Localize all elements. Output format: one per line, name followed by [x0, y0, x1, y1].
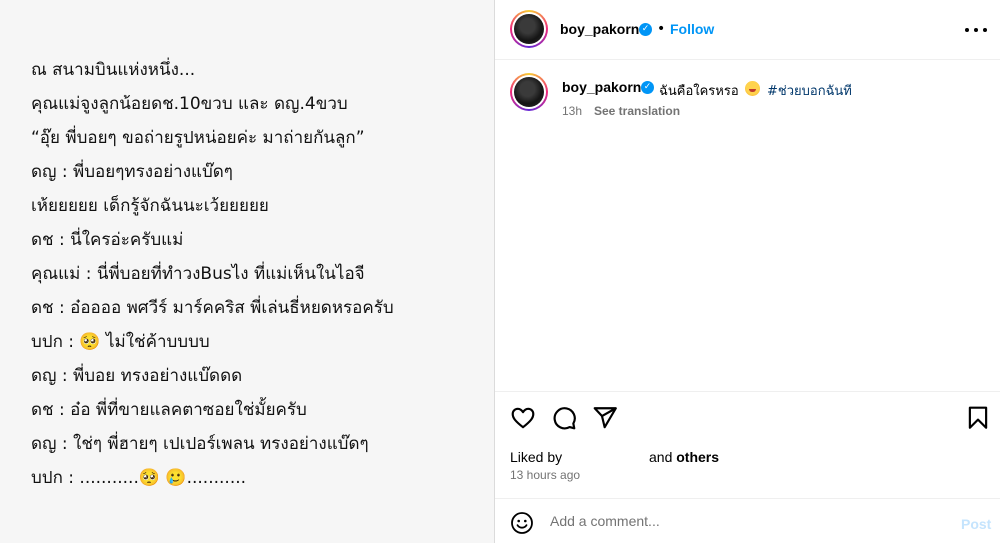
post-text-line: ดญ : ใช่ๆ พี่ฮายๆ เปเปอร์เพลน ทรงอย่างแบ… — [31, 434, 369, 454]
share-icon[interactable] — [592, 405, 618, 431]
more-options-icon[interactable] — [965, 20, 987, 40]
caption-username[interactable]: boy_pakorn — [562, 79, 641, 95]
post-text-line: คุณแม่จูงลูกน้อยดช.10ขวบ และ ดญ.4ขวบ — [31, 94, 348, 114]
post-text-line: ดญ : พี่บอยๆทรงอย่างแบ๊ดๆ — [31, 162, 233, 182]
post-text-line: ดช : อ๋อ พี่ที่ขายแลคตาซอยใช่มั้ยครับ — [31, 400, 307, 420]
post-text-line: “อุ๊ย พี่บอยๆ ขอถ่ายรูปหน่อยค่ะ มาถ่ายกั… — [31, 128, 365, 148]
post-text-line: เห้ยยยยย เด็กรู้จักฉันนะเว้ยยยยย — [31, 196, 269, 216]
caption-text: ฉันคือใครหรอ — [659, 84, 739, 99]
post-time-ago: 13 hours ago — [510, 468, 581, 482]
others-link[interactable]: others — [676, 449, 719, 465]
flushed-face-emoji-icon — [745, 81, 760, 96]
post-text-line: ดช : อ๋ออออ พศวีร์ มาร์คคริส พี่เล่นธี่ห… — [31, 298, 394, 318]
post-comment-button[interactable]: Post — [961, 516, 991, 532]
caption-hashtag[interactable]: #ช่วยบอกฉันที — [767, 80, 852, 101]
post-image: ณ สนามบินแห่งหนึ่ง... คุณแม่จูงลูกน้อยดช… — [0, 0, 494, 543]
post-text-line: ดญ : พี่บอย ทรงอย่างแบ๊ดดด — [31, 366, 243, 386]
and-label: and — [649, 449, 673, 465]
bookmark-icon[interactable] — [965, 405, 991, 431]
post-text-line: บปก : 🥺 ไม่ใช่ค้าบบบบ — [31, 332, 210, 352]
post-caption: boy_pakorn ✓ ฉันคือใครหรอ #ช่วยบอกฉันที … — [495, 61, 1000, 391]
post-side-panel: boy_pakorn ✓ • Follow boy_pakorn ✓ ฉันคื… — [495, 0, 1000, 543]
post-text-line: ดช : นี่ใครอ่ะครับแม่ — [31, 230, 184, 250]
actions-divider — [495, 391, 1000, 392]
smiley-icon[interactable] — [510, 511, 534, 535]
separator-dot: • — [657, 21, 666, 37]
post-text-line: คุณแม่ : นี่พี่บอยที่ทำวงBusไง ที่แม่เห็… — [31, 264, 365, 284]
likes-others[interactable]: and others — [649, 449, 719, 465]
comment-icon[interactable] — [551, 405, 577, 431]
follow-button[interactable]: Follow — [670, 21, 714, 37]
caption-avatar[interactable] — [510, 73, 548, 111]
see-translation-link[interactable]: See translation — [594, 104, 680, 118]
heart-icon[interactable] — [510, 405, 536, 431]
header-username[interactable]: boy_pakorn — [560, 21, 639, 37]
post-text-block: ณ สนามบินแห่งหนึ่ง... คุณแม่จูงลูกน้อยดช… — [31, 53, 481, 495]
caption-time: 13h — [562, 104, 583, 118]
post-header: boy_pakorn ✓ • Follow — [495, 0, 1000, 60]
verified-badge-icon: ✓ — [639, 23, 652, 36]
post-text-line: ณ สนามบินแห่งหนึ่ง... — [31, 60, 196, 80]
liked-by-label: Liked by — [510, 449, 563, 465]
verified-badge-icon: ✓ — [641, 81, 654, 94]
avatar[interactable] — [510, 10, 548, 48]
comment-input[interactable] — [550, 513, 930, 529]
post-text-line: บปก : ...........🥺 🥲........... — [31, 468, 247, 488]
comment-bar: Post — [495, 498, 1000, 543]
